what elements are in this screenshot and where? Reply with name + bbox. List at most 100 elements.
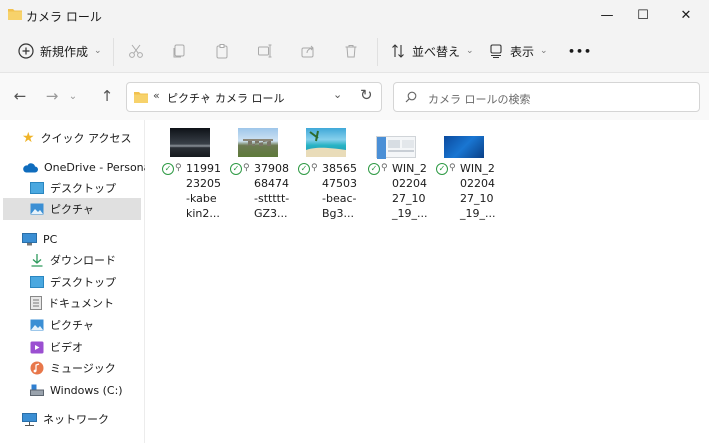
sidebar-item-videos[interactable]: ビデオ <box>30 336 83 358</box>
arrow-right-icon: → <box>45 87 59 105</box>
search-placeholder: カメラ ロールの検索 <box>428 93 531 106</box>
cut-button[interactable] <box>128 38 144 64</box>
sidebar-item-label: ピクチャ <box>50 319 94 332</box>
person-icon: ⚲ <box>381 163 388 173</box>
plus-circle-icon <box>18 43 34 59</box>
refresh-icon: ↻ <box>360 86 373 104</box>
sidebar-item-desktop[interactable]: デスクトップ <box>30 271 116 293</box>
file-name: 38565 47503 -beac- Bg3... <box>322 162 357 220</box>
copy-icon <box>171 43 187 59</box>
folder-icon <box>8 8 22 20</box>
check-circle-icon: ✓ <box>436 163 448 175</box>
arrow-left-icon: ← <box>13 87 27 105</box>
close-button[interactable]: ✕ <box>663 0 709 30</box>
stonehenge-thumbnail <box>238 128 278 157</box>
sidebar-item-pc[interactable]: PC <box>22 228 57 250</box>
download-icon <box>30 253 44 267</box>
delete-button[interactable] <box>343 38 359 64</box>
person-icon: ⚲ <box>449 163 456 173</box>
sidebar-item-quick-access[interactable]: ★ クイック アクセス <box>22 127 132 149</box>
back-button[interactable]: ← <box>8 84 32 108</box>
view-button-label: 表示 <box>510 44 535 59</box>
check-circle-icon: ✓ <box>368 163 380 175</box>
star-icon: ★ <box>22 130 35 146</box>
chevron-down-icon: ⌄ <box>540 46 548 56</box>
new-button-label: 新規作成 <box>40 44 89 59</box>
sidebar-item-onedrive[interactable]: OneDrive - Personal <box>22 156 153 178</box>
share-button[interactable] <box>300 38 316 64</box>
night-sky-thumbnail <box>170 128 210 157</box>
file-list: ✓ ⚲ 11991 23205 -kabe kin2... ✓ ⚲ 37908 … <box>145 120 709 443</box>
toolbar-separator <box>377 38 378 66</box>
chevron-down-icon: ⌄ <box>68 90 78 102</box>
share-icon <box>300 43 316 59</box>
forward-button[interactable]: → <box>40 84 64 108</box>
music-icon <box>30 361 44 375</box>
file-name: WIN_2 02204 27_10 _19_... <box>460 162 496 220</box>
sidebar-item-onedrive-desktop[interactable]: デスクトップ <box>30 177 116 199</box>
pictures-icon <box>30 203 44 215</box>
sidebar-item-label: デスクトップ <box>50 276 116 289</box>
sidebar-item-label: ネットワーク <box>43 413 109 426</box>
sync-status: ✓ ⚲ <box>432 162 460 176</box>
copy-button[interactable] <box>171 38 187 64</box>
breadcrumb-separator[interactable]: › <box>204 89 209 103</box>
sidebar-item-downloads[interactable]: ダウンロード <box>30 249 116 271</box>
sidebar-item-music[interactable]: ミュージック <box>30 357 116 379</box>
desktop-icon <box>30 276 44 288</box>
sidebar-item-label: ビデオ <box>50 341 83 354</box>
up-button[interactable]: ↑ <box>95 84 119 108</box>
sync-status: ✓ ⚲ <box>364 162 392 176</box>
check-circle-icon: ✓ <box>162 163 174 175</box>
recent-locations-button[interactable]: ⌄ <box>66 84 80 108</box>
sync-status: ✓ ⚲ <box>226 162 254 176</box>
rename-button[interactable] <box>257 38 273 64</box>
refresh-button[interactable]: ↻ <box>360 86 373 104</box>
breadcrumb-item-camera-roll[interactable]: カメラ ロール <box>215 90 285 106</box>
desktop-thumbnail <box>444 136 484 158</box>
rename-icon <box>257 43 273 59</box>
file-name: 11991 23205 -kabe kin2... <box>186 162 221 220</box>
paste-button[interactable] <box>214 38 230 64</box>
check-circle-icon: ✓ <box>230 163 242 175</box>
folder-icon <box>134 91 148 103</box>
address-dropdown-button[interactable]: ⌄ <box>333 88 342 101</box>
sidebar-item-documents[interactable]: ドキュメント <box>30 292 114 314</box>
cloud-icon <box>22 162 38 173</box>
sidebar-item-label: Windows (C:) <box>50 383 123 397</box>
chevron-down-icon: ⌄ <box>466 46 474 56</box>
sidebar-item-onedrive-pictures[interactable]: ピクチャ <box>3 198 141 220</box>
sidebar-item-label: デスクトップ <box>50 182 116 195</box>
network-icon <box>22 412 37 426</box>
video-icon <box>30 341 44 354</box>
sidebar-item-label: クイック アクセス <box>40 132 132 145</box>
sidebar-item-network[interactable]: ネットワーク <box>22 408 109 430</box>
view-button[interactable]: 表示 ⌄ <box>488 38 548 64</box>
sidebar-item-label: ピクチャ <box>50 203 94 216</box>
file-name: 37908 68474 -sttttt- GZ3... <box>254 162 290 220</box>
sidebar-item-pictures[interactable]: ピクチャ <box>30 314 94 336</box>
pc-icon <box>22 232 37 246</box>
sidebar-item-label: OneDrive - Personal <box>44 160 154 174</box>
sort-button-label: 並べ替え <box>412 44 461 59</box>
sync-status: ✓ ⚲ <box>158 162 186 176</box>
chevron-down-icon: ⌄ <box>333 88 343 101</box>
more-options-button[interactable]: ••• <box>568 38 592 64</box>
check-circle-icon: ✓ <box>298 163 310 175</box>
window-title: カメラ ロール <box>26 10 102 24</box>
sidebar-item-label: ダウンロード <box>50 254 116 267</box>
scissors-icon <box>128 43 144 59</box>
maximize-button[interactable]: ☐ <box>620 0 666 30</box>
navigation-pane: ★ クイック アクセス OneDrive - Personal デスクトップ ピ… <box>0 120 153 443</box>
overflow-chevron[interactable]: « <box>153 89 160 102</box>
arrow-up-icon: ↑ <box>100 87 114 105</box>
toolbar-separator <box>113 38 114 66</box>
new-button[interactable]: 新規作成 ⌄ <box>18 38 102 64</box>
sort-arrows-icon <box>390 43 406 59</box>
sync-status: ✓ ⚲ <box>294 162 322 176</box>
sort-button[interactable]: 並べ替え ⌄ <box>390 38 474 64</box>
document-icon <box>30 296 42 310</box>
chevron-down-icon: ⌄ <box>94 46 102 56</box>
search-icon <box>405 91 417 103</box>
sidebar-item-windows-drive[interactable]: Windows (C:) <box>30 379 123 401</box>
